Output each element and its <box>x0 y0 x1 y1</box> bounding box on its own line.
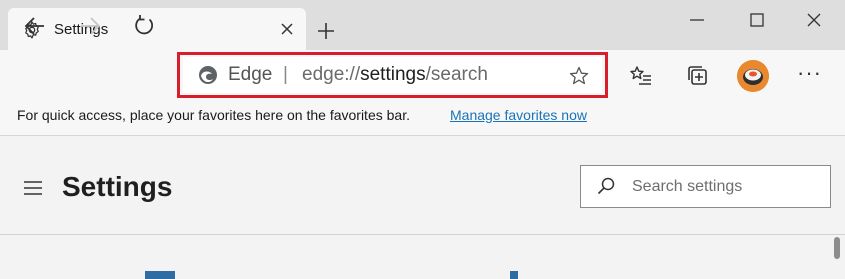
new-tab-icon[interactable] <box>315 20 337 42</box>
page-title: Settings <box>62 171 173 202</box>
forward-arrow-icon[interactable] <box>77 13 103 39</box>
address-url[interactable]: edge://settings/search <box>302 64 488 86</box>
tab-settings[interactable]: Settings <box>8 8 306 50</box>
favorites-list-icon[interactable] <box>628 63 654 89</box>
collections-icon[interactable] <box>685 63 711 89</box>
search-placeholder: Search settings <box>632 178 743 195</box>
favorite-star-icon[interactable] <box>568 65 590 87</box>
page-bottom-strip <box>0 270 845 279</box>
url-prefix: edge:// <box>302 64 361 85</box>
refresh-icon[interactable] <box>131 13 157 39</box>
sushi-avatar-icon <box>737 60 769 92</box>
manage-favorites-link[interactable]: Manage favorites now <box>450 107 587 123</box>
maximize-icon[interactable] <box>743 8 771 32</box>
background-fragment <box>145 271 175 279</box>
section-divider <box>0 234 845 235</box>
close-icon[interactable] <box>800 8 828 32</box>
back-arrow-icon[interactable] <box>22 13 48 39</box>
url-suffix: /search <box>425 64 488 85</box>
search-icon <box>597 177 615 195</box>
profile-avatar[interactable] <box>737 60 769 92</box>
edge-logo-icon <box>199 66 217 84</box>
hamburger-menu-icon[interactable] <box>22 180 44 196</box>
favorites-bar-message: For quick access, place your favorites h… <box>17 107 410 123</box>
more-menu-icon[interactable]: ··· <box>797 60 822 86</box>
url-strong: settings <box>360 64 426 85</box>
background-fragment <box>510 271 518 279</box>
scrollbar-thumb[interactable] <box>834 237 840 259</box>
tab-close-icon[interactable] <box>278 20 296 38</box>
address-brand-label: Edge <box>228 64 273 85</box>
address-separator: | <box>283 64 288 85</box>
minimize-icon[interactable] <box>683 8 711 32</box>
